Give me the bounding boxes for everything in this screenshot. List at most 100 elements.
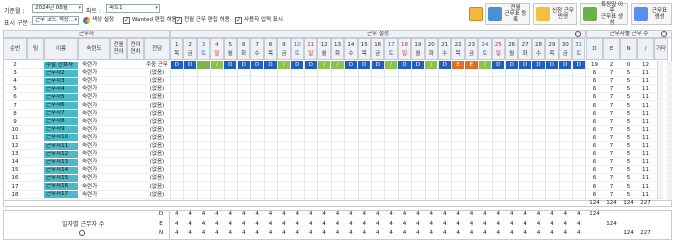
- col-next-header[interactable]: 전야 연차: [127, 38, 144, 60]
- grade-cell[interactable]: 숙련가: [78, 150, 110, 158]
- schedule-cell[interactable]: /: [384, 61, 398, 70]
- vertical-scrollbar[interactable]: [667, 61, 672, 200]
- day-header[interactable]: 9금: [277, 38, 291, 60]
- grade-cell[interactable]: 숙련가: [78, 174, 110, 182]
- col-team-header[interactable]: 팀: [27, 38, 44, 60]
- day-header[interactable]: 31 토: [572, 38, 586, 60]
- name-cell[interactable]: 근무자16: [44, 183, 78, 190]
- schedule-cell[interactable]: D: [291, 61, 304, 70]
- name-cell[interactable]: 근무자13: [44, 158, 78, 166]
- fixed-cell[interactable]: (없음): [144, 158, 170, 166]
- schedule-cell[interactable]: /: [425, 61, 438, 70]
- display-select[interactable]: 근무 코드 색상... ▾: [32, 16, 79, 25]
- day-header[interactable]: 23 금: [464, 38, 479, 60]
- name-cell[interactable]: 근무자14: [44, 166, 78, 174]
- name-cell[interactable]: 근무자11: [44, 142, 78, 150]
- search-icon[interactable]: [575, 31, 581, 37]
- day-header[interactable]: 21 수: [438, 38, 452, 60]
- day-header[interactable]: 18 일: [397, 38, 412, 60]
- day-header[interactable]: 19 월: [411, 38, 425, 60]
- schedule-cell[interactable]: D: [411, 61, 425, 70]
- day-header[interactable]: 29 목: [545, 38, 559, 60]
- grade-cell[interactable]: 숙련가: [78, 85, 110, 93]
- day-header[interactable]: 25 일: [491, 38, 505, 60]
- name-cell[interactable]: 근무자2: [44, 69, 78, 77]
- full-edit-checkbox[interactable]: ✓ 전월 근무 편집 허용: [175, 16, 230, 25]
- schedule-cell[interactable]: D: [170, 61, 183, 70]
- schedule-cell[interactable]: /: [277, 61, 291, 70]
- grade-cell[interactable]: 숙련가: [78, 118, 110, 126]
- col-other-header[interactable]: 기타: [654, 38, 668, 60]
- schedule-cell[interactable]: D: [371, 61, 384, 70]
- fixed-cell[interactable]: (없음): [144, 102, 170, 110]
- grade-cell[interactable]: 숙련가: [78, 134, 110, 142]
- schedule-cell[interactable]: /: [478, 61, 492, 70]
- schedule-cell[interactable]: D: [264, 61, 277, 70]
- day-header[interactable]: 13 화: [330, 38, 345, 60]
- grade-cell[interactable]: 숙련가: [78, 77, 110, 85]
- col-full-header[interactable]: 전월 전야: [110, 38, 127, 60]
- fixed-cell[interactable]: (없음): [144, 174, 170, 182]
- schedule-cell[interactable]: D: [492, 61, 505, 70]
- day-header[interactable]: 8목: [263, 38, 278, 60]
- schedule-cell[interactable]: D: [505, 61, 518, 70]
- day-header[interactable]: 5월: [223, 38, 237, 60]
- schedule-cell[interactable]: /: [331, 61, 344, 70]
- name-cell[interactable]: 주말 간호사: [44, 61, 78, 69]
- grade-cell[interactable]: 숙련가: [78, 166, 110, 174]
- fixed-cell[interactable]: (없음): [144, 134, 170, 142]
- fixed-cell[interactable]: (없음): [144, 69, 170, 77]
- name-cell[interactable]: 근무자12: [44, 150, 78, 158]
- col-grade-header[interactable]: 숙련도: [78, 38, 110, 60]
- schedule-cell[interactable]: D: [572, 61, 585, 70]
- schedule-cell[interactable]: E: [465, 61, 478, 70]
- schedule-cell[interactable]: D: [545, 61, 559, 70]
- search-icon[interactable]: [79, 230, 85, 236]
- name-cell[interactable]: 근무자4: [44, 85, 78, 93]
- col-slash-header[interactable]: /: [637, 38, 654, 60]
- fixed-cell[interactable]: (없음): [144, 166, 170, 174]
- day-header[interactable]: 27 화: [518, 38, 532, 60]
- col-N-header[interactable]: N: [620, 38, 637, 60]
- name-cell[interactable]: 근무자17: [44, 191, 78, 199]
- day-header[interactable]: 15 목: [357, 38, 371, 60]
- schedule-cell[interactable]: D: [358, 61, 371, 70]
- schedule-cell[interactable]: [197, 61, 210, 70]
- fixed-cell[interactable]: (없음): [144, 85, 170, 93]
- schedule-cell[interactable]: D: [250, 61, 264, 70]
- name-cell[interactable]: 근무자6: [44, 102, 78, 109]
- day-header[interactable]: 16 금: [371, 38, 385, 60]
- schedule-cell[interactable]: D: [224, 61, 237, 70]
- schedule-cell[interactable]: D: [398, 61, 411, 70]
- fixed-cell[interactable]: (없음): [144, 183, 170, 191]
- wanted-edit-checkbox[interactable]: ✓ Wanted 편집 허용: [123, 16, 177, 25]
- fixed-cell[interactable]: (없음): [144, 142, 170, 150]
- name-cell[interactable]: 근무자8: [44, 118, 78, 126]
- grade-cell[interactable]: 숙련가: [78, 69, 110, 77]
- schedule-cell[interactable]: D: [304, 61, 317, 70]
- fixed-cell[interactable]: (없음): [144, 191, 170, 199]
- part-select[interactable]: 파트1 ▾: [106, 4, 160, 13]
- fixed-cell[interactable]: (없음): [144, 150, 170, 158]
- register-previous-button[interactable]: 전월 근무표 등록: [485, 3, 530, 25]
- grade-cell[interactable]: 숙련가: [78, 93, 110, 101]
- fixed-cell[interactable]: (없음): [144, 110, 170, 118]
- fixed-cell[interactable]: 주중 근무: [144, 61, 170, 69]
- name-cell[interactable]: 근무자3: [44, 77, 78, 85]
- col-fixed-header[interactable]: 전담: [144, 38, 170, 60]
- base-month-select[interactable]: 2024년 08월 ▾: [32, 4, 83, 13]
- schedule-cell[interactable]: /: [210, 61, 224, 70]
- grade-cell[interactable]: 숙련가: [78, 126, 110, 134]
- col-D-header[interactable]: D: [586, 38, 603, 60]
- day-header[interactable]: 10 토: [290, 38, 304, 60]
- color-settings-button[interactable]: 색상 설정: [82, 16, 114, 25]
- day-header[interactable]: 24 토: [478, 38, 492, 60]
- name-cell[interactable]: 근무자10: [44, 134, 78, 142]
- grade-cell[interactable]: 숙련가: [78, 142, 110, 150]
- schedule-cell[interactable]: D: [344, 61, 358, 70]
- col-name-header[interactable]: 이름: [44, 38, 78, 60]
- day-header[interactable]: 6화: [237, 38, 251, 60]
- day-header[interactable]: 22 목: [451, 38, 465, 60]
- generate-schedule-button[interactable]: 근무표 생성: [631, 3, 672, 25]
- day-header[interactable]: 20 화: [424, 38, 438, 60]
